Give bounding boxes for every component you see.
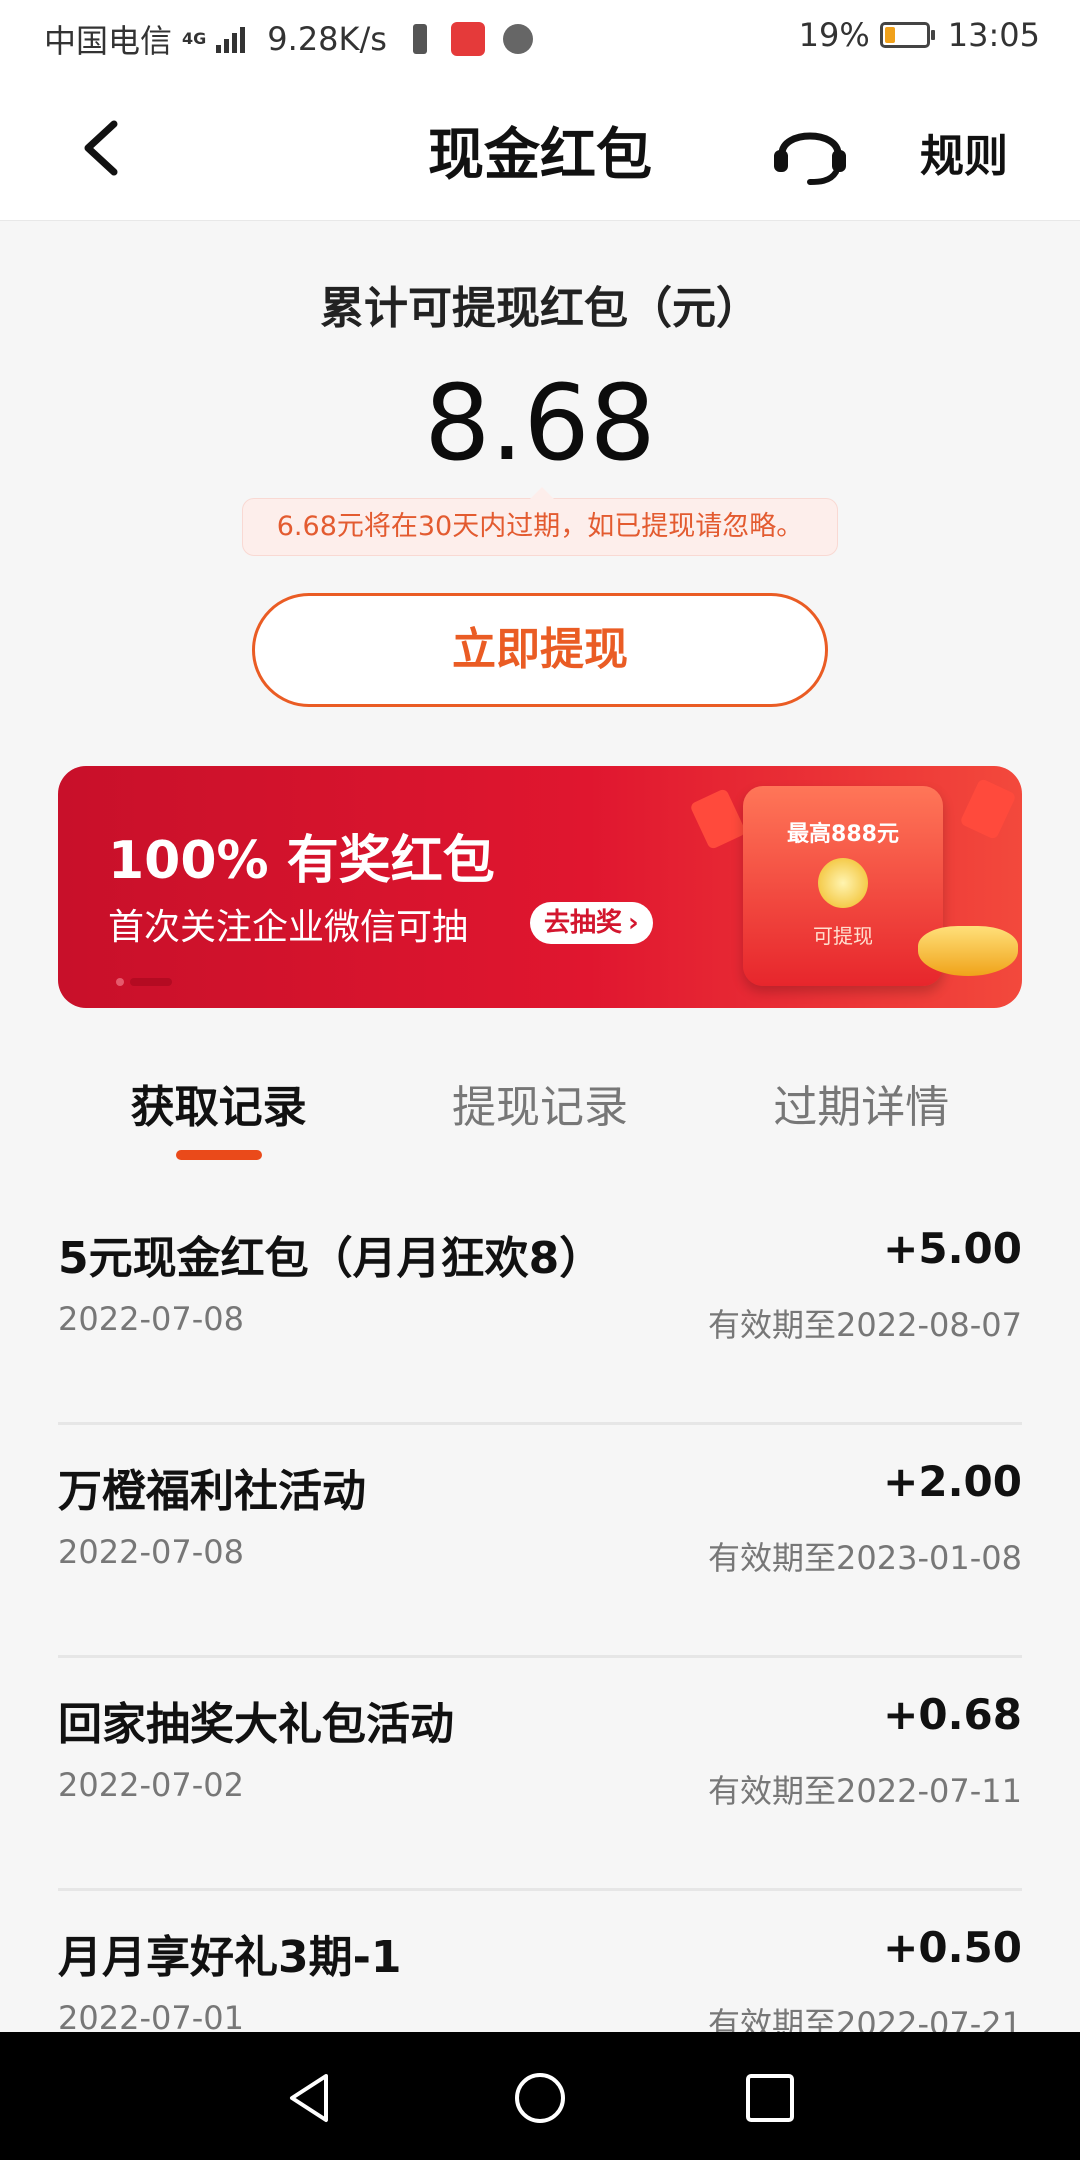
nav-back-icon[interactable] (282, 2070, 338, 2126)
clock: 13:05 (947, 16, 1040, 54)
record-amount: +0.50 (883, 1923, 1022, 1972)
tab-expired[interactable]: 过期详情 (701, 1046, 1022, 1170)
record-date: 2022-07-08 (58, 1300, 244, 1338)
tab-indicator (175, 1150, 262, 1160)
list-item: 万橙福利社活动 2022-07-08 +2.00 有效期至2023-01-08 (0, 1425, 1080, 1658)
carrier-label: 中国电信 (44, 22, 173, 60)
record-expiry: 有效期至2022-08-07 (708, 1306, 1022, 1344)
battery-percent: 19% (798, 16, 870, 54)
promo-banner[interactable]: 100% 有奖红包 首次关注企业微信可抽 去抽奖 › 最高888元 可提现 (58, 766, 1022, 1008)
expiry-notice: 6.68元将在30天内过期，如已提现请忽略。 (242, 487, 838, 556)
banner-title: 100% 有奖红包 (108, 831, 495, 891)
gold-ingot-icon (918, 926, 1018, 976)
coin-icon (818, 858, 868, 908)
record-title: 5元现金红包（月月狂欢8） (58, 1233, 604, 1284)
status-bar: 中国电信 4G 9.28K/s 19% 13:05 (0, 0, 1080, 76)
tab-label: 过期详情 (773, 1082, 950, 1133)
red-packet-icon (689, 787, 747, 851)
battery-icon (879, 22, 935, 48)
nav-recents-icon[interactable] (742, 2070, 798, 2126)
carousel-dot (116, 978, 124, 986)
record-amount: +2.00 (883, 1457, 1022, 1506)
battery-saver-icon (412, 24, 427, 54)
tab-label: 提现记录 (451, 1082, 628, 1133)
envelope-label: 可提现 (813, 924, 873, 948)
banner-subtitle: 首次关注企业微信可抽 (108, 907, 469, 948)
tab-earned[interactable]: 获取记录 (58, 1046, 379, 1170)
record-amount: +5.00 (883, 1224, 1022, 1273)
record-tabs: 获取记录 提现记录 过期详情 (58, 1046, 1022, 1170)
app-notification-icon (450, 22, 485, 56)
nav-home-icon[interactable] (512, 2070, 568, 2126)
record-list: 5元现金红包（月月狂欢8） 2022-07-08 +5.00 有效期至2022-… (0, 1192, 1080, 2124)
record-date: 2022-07-08 (58, 1533, 244, 1571)
system-nav-bar (0, 2032, 1080, 2160)
carousel-dot-active (130, 978, 172, 986)
carousel-indicator (116, 978, 172, 986)
draw-button[interactable]: 去抽奖 › (530, 902, 653, 944)
record-expiry: 有效期至2022-07-11 (708, 1772, 1022, 1810)
page-title: 现金红包 (428, 123, 652, 188)
network-speed: 9.28K/s (267, 20, 387, 58)
sound-icon (502, 24, 533, 54)
record-expiry: 有效期至2023-01-08 (708, 1539, 1022, 1577)
tab-label: 获取记录 (130, 1082, 307, 1133)
draw-button-label: 去抽奖 (544, 908, 623, 938)
record-title: 回家抽奖大礼包活动 (58, 1699, 454, 1750)
customer-service-icon[interactable] (770, 116, 850, 186)
record-title: 月月享好礼3期-1 (58, 1932, 402, 1983)
chevron-right-icon: › (628, 908, 639, 938)
record-amount: +0.68 (883, 1690, 1022, 1739)
network-type: 4G (182, 29, 207, 48)
rules-link[interactable]: 规则 (920, 120, 1008, 184)
balance-label: 累计可提现红包（元） (320, 283, 760, 334)
withdraw-button[interactable]: 立即提现 (252, 593, 828, 707)
envelope-max-text: 最高888元 (787, 822, 899, 847)
red-envelope-illustration: 最高888元 可提现 (743, 786, 943, 986)
list-item: 回家抽奖大礼包活动 2022-07-02 +0.68 有效期至2022-07-1… (0, 1658, 1080, 1891)
app-header: 现金红包 规则 (0, 76, 1080, 221)
list-item: 5元现金红包（月月狂欢8） 2022-07-08 +5.00 有效期至2022-… (0, 1192, 1080, 1425)
balance-amount: 8.68 (424, 362, 656, 484)
red-packet-icon (959, 777, 1017, 841)
tab-withdrawn[interactable]: 提现记录 (379, 1046, 700, 1170)
record-title: 万橙福利社活动 (58, 1466, 366, 1517)
record-date: 2022-07-02 (58, 1766, 244, 1804)
signal-icon (216, 25, 246, 53)
